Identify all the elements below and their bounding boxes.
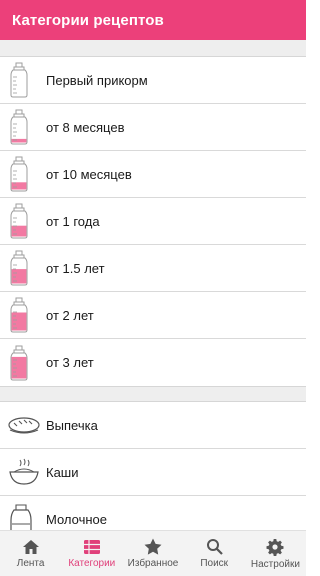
baby-bottle-icon — [0, 57, 46, 103]
baby-bottle-icon — [0, 104, 46, 150]
category-row-bakery[interactable]: Выпечка — [0, 402, 306, 449]
tab-label: Лента — [16, 557, 45, 569]
category-row[interactable]: от 3 лет — [0, 339, 306, 386]
category-row[interactable]: Первый прикорм — [0, 57, 306, 104]
bottom-tab-bar: Лента Категории Избранное Поиск Настройк… — [0, 530, 306, 576]
category-row-dairy[interactable]: Молочное — [0, 496, 306, 530]
star-icon — [144, 538, 162, 555]
milk-jug-icon — [0, 497, 46, 530]
baby-bottle-icon — [0, 340, 46, 386]
tab-label: Избранное — [127, 558, 179, 569]
category-row[interactable]: от 10 месяцев — [0, 151, 306, 198]
category-label: от 10 месяцев — [46, 166, 132, 182]
gear-icon — [266, 538, 284, 556]
tab-label: Категории — [68, 557, 116, 569]
porridge-bowl-icon — [0, 449, 46, 495]
category-label: Каши — [46, 464, 79, 480]
tab-search[interactable]: Поиск — [184, 531, 245, 576]
category-label: от 8 месяцев — [46, 119, 125, 135]
bread-icon — [0, 402, 46, 448]
age-category-section: Первый прикорм от 8 месяцев от 10 месяце… — [0, 57, 306, 386]
category-row[interactable]: от 1 года — [0, 198, 306, 245]
category-label: Молочное — [46, 512, 108, 527]
page-title: Категории рецептов — [12, 11, 164, 29]
category-label: Первый прикорм — [46, 72, 148, 88]
category-label: от 1 года — [46, 213, 100, 229]
category-row[interactable]: от 8 месяцев — [0, 104, 306, 151]
app-bar: Категории рецептов — [0, 0, 306, 40]
baby-bottle-icon — [0, 292, 46, 338]
section-divider — [0, 386, 306, 402]
category-label: Выпечка — [46, 417, 98, 433]
baby-bottle-icon — [0, 151, 46, 197]
category-label: от 2 лет — [46, 307, 94, 323]
tab-settings[interactable]: Настройки — [245, 531, 306, 576]
category-row-porridge[interactable]: Каши — [0, 449, 306, 496]
category-list[interactable]: Первый прикорм от 8 месяцев от 10 месяце… — [0, 40, 306, 530]
category-row[interactable]: от 1.5 лет — [0, 245, 306, 292]
home-icon — [22, 539, 40, 555]
tab-feed[interactable]: Лента — [0, 531, 61, 576]
category-label: от 3 лет — [46, 355, 94, 370]
baby-bottle-icon — [0, 245, 46, 291]
tab-label: Поиск — [200, 558, 229, 569]
baby-bottle-icon — [0, 198, 46, 244]
tab-label: Настройки — [250, 558, 300, 570]
tab-favorites[interactable]: Избранное — [122, 531, 183, 576]
category-row[interactable]: от 2 лет — [0, 292, 306, 339]
section-divider — [0, 40, 306, 57]
list-icon — [83, 539, 101, 555]
search-icon — [206, 538, 223, 555]
tab-categories[interactable]: Категории — [61, 531, 122, 576]
category-label: от 1.5 лет — [46, 260, 105, 276]
